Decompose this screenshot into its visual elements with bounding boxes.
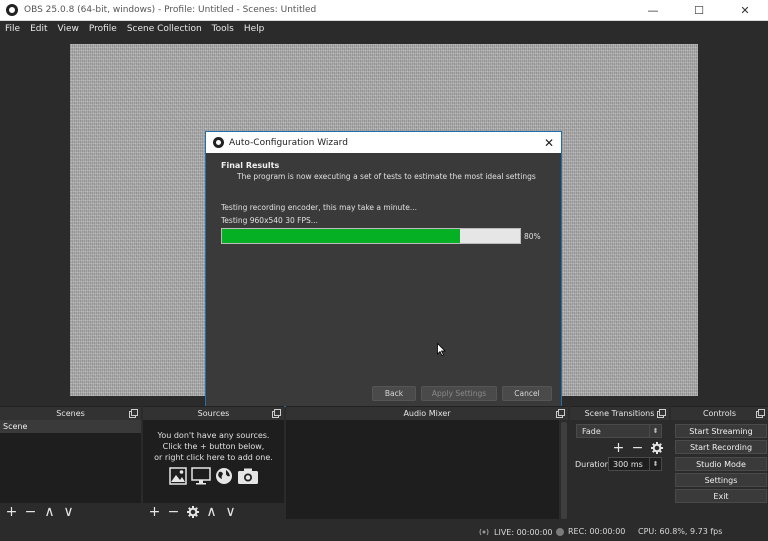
start-recording-button[interactable]: Start Recording <box>675 440 767 454</box>
mixer-content <box>286 420 559 519</box>
exit-button[interactable]: Exit <box>675 489 767 503</box>
dock-title: Controls <box>702 409 737 418</box>
display-capture-icon <box>190 467 211 485</box>
section-description: The program is now executing a set of te… <box>237 172 536 181</box>
dock-header: Audio Mixer <box>286 406 568 420</box>
duration-input[interactable]: 300 ms ⬍ <box>608 457 662 471</box>
cancel-button[interactable]: Cancel <box>502 386 552 401</box>
dock-title: Audio Mixer <box>403 409 451 418</box>
progress-label: 80% <box>524 232 541 241</box>
empty-sources-message: You don't have any sources. Click the + … <box>154 431 273 462</box>
cpu-text: CPU: 60.8%, 9.73 fps <box>638 527 723 536</box>
transition-select[interactable]: Fade ⬍ <box>576 424 662 438</box>
chevron-updown-icon: ⬍ <box>649 425 661 437</box>
source-type-icons <box>143 467 284 485</box>
transition-selected-value: Fade <box>582 426 601 436</box>
dock-header: Scene Transitions <box>570 406 669 420</box>
menu-tools[interactable]: Tools <box>207 24 239 34</box>
move-down-icon[interactable]: ∨ <box>60 504 77 520</box>
scenes-dock: Scenes Scene + − ∧ ∨ <box>0 406 141 521</box>
sources-dock: Sources You don't have any sources. Clic… <box>143 406 284 521</box>
mixer-scrollbar[interactable] <box>560 420 568 521</box>
dock-header: Sources <box>143 406 284 420</box>
menu-edit[interactable]: Edit <box>25 24 52 34</box>
window-title: OBS 25.0.8 (64-bit, windows) - Profile: … <box>24 5 317 15</box>
menu-help[interactable]: Help <box>239 24 270 34</box>
sources-list[interactable]: You don't have any sources. Click the + … <box>143 420 284 503</box>
progress-fill <box>222 229 461 243</box>
remove-icon[interactable]: − <box>22 504 39 520</box>
scrollbar-thumb[interactable] <box>561 422 567 519</box>
status-line: Testing recording encoder, this may take… <box>221 203 417 212</box>
add-icon[interactable]: + <box>3 504 20 520</box>
back-button[interactable]: Back <box>372 386 416 401</box>
minimize-button[interactable]: — <box>630 0 676 21</box>
menu-file[interactable]: File <box>0 24 25 34</box>
status-line: Testing 960x540 30 FPS... <box>221 216 318 225</box>
undock-icon[interactable] <box>129 409 138 418</box>
obs-logo-icon <box>6 4 18 16</box>
remove-icon[interactable]: − <box>165 504 182 520</box>
spin-icon[interactable]: ⬍ <box>649 458 661 470</box>
add-icon[interactable]: + <box>610 440 627 456</box>
image-icon <box>168 467 187 485</box>
apply-settings-button[interactable]: Apply Settings <box>421 386 497 401</box>
menu-profile[interactable]: Profile <box>84 24 122 34</box>
menu-bar: File Edit View Profile Scene Collection … <box>0 21 768 37</box>
dialog-title: Auto-Configuration Wizard <box>229 137 348 148</box>
dock-header: Controls <box>671 406 768 420</box>
move-down-icon[interactable]: ∨ <box>222 504 239 520</box>
dialog-close-button[interactable]: ✕ <box>537 136 561 150</box>
undock-icon[interactable] <box>272 409 281 418</box>
dock-header: Scenes <box>0 406 141 420</box>
scenes-list: Scene <box>0 420 141 503</box>
obs-logo-icon <box>213 137 224 148</box>
undock-icon[interactable] <box>657 409 666 418</box>
menu-scene-collection[interactable]: Scene Collection <box>122 24 207 34</box>
settings-button[interactable]: Settings <box>675 473 767 487</box>
dialog-body: Final Results The program is now executi… <box>206 153 561 406</box>
dock-title: Sources <box>197 409 230 418</box>
record-indicator-icon <box>556 527 564 536</box>
sources-toolbar: + − ∧ ∨ <box>143 503 284 521</box>
live-status: LIVE: 00:00:00 <box>478 527 553 537</box>
maximize-button[interactable]: ☐ <box>676 0 722 21</box>
duration-value: 300 ms <box>613 459 643 469</box>
window-titlebar: OBS 25.0.8 (64-bit, windows) - Profile: … <box>0 0 768 21</box>
duration-label: Duration <box>575 460 610 469</box>
progress-bar <box>221 228 521 244</box>
undock-icon[interactable] <box>556 409 565 418</box>
section-title: Final Results <box>221 161 280 170</box>
remove-icon[interactable]: − <box>629 440 646 456</box>
undock-icon[interactable] <box>756 409 765 418</box>
dialog-titlebar: Auto-Configuration Wizard ✕ <box>206 132 561 153</box>
scenes-toolbar: + − ∧ ∨ <box>0 503 141 521</box>
audio-mixer-dock: Audio Mixer <box>286 406 568 521</box>
status-bar: LIVE: 00:00:00 REC: 00:00:00 CPU: 60.8%,… <box>0 522 768 541</box>
controls-dock: Controls Start Streaming Start Recording… <box>671 406 768 521</box>
browser-globe-icon <box>215 468 232 484</box>
rec-time: REC: 00:00:00 <box>568 527 626 536</box>
menu-view[interactable]: View <box>53 24 84 34</box>
gear-icon[interactable] <box>184 504 201 520</box>
transition-tools: + − <box>610 440 665 456</box>
cpu-status: CPU: 60.8%, 9.73 fps <box>638 527 722 536</box>
dock-title: Scenes <box>56 409 85 418</box>
move-up-icon[interactable]: ∧ <box>203 504 220 520</box>
studio-mode-button[interactable]: Studio Mode <box>675 457 767 471</box>
live-time: LIVE: 00:00:00 <box>494 527 553 537</box>
auto-config-wizard-dialog: Auto-Configuration Wizard ✕ Final Result… <box>205 131 562 407</box>
start-streaming-button[interactable]: Start Streaming <box>675 424 767 438</box>
mouse-cursor-icon <box>437 343 446 356</box>
scene-transitions-dock: Scene Transitions Fade ⬍ + − Duration 30… <box>570 406 669 521</box>
move-up-icon[interactable]: ∧ <box>41 504 58 520</box>
list-item[interactable]: Scene <box>0 420 141 433</box>
close-button[interactable]: ✕ <box>722 0 768 21</box>
camera-icon <box>237 468 258 484</box>
dock-title: Scene Transitions <box>584 409 655 418</box>
add-icon[interactable]: + <box>146 504 163 520</box>
broadcast-icon <box>479 528 489 536</box>
rec-status: REC: 00:00:00 <box>556 527 625 536</box>
gear-icon[interactable] <box>648 440 665 456</box>
